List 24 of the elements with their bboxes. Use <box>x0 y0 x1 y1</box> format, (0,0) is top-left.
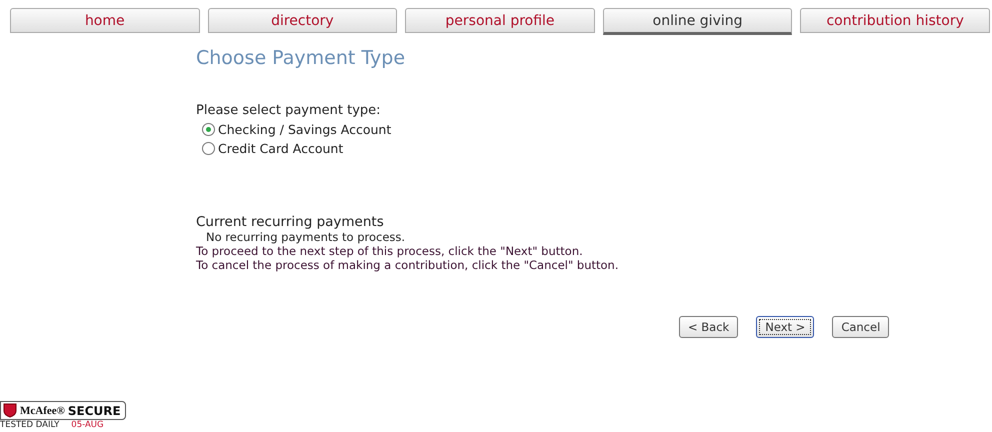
tested-label: TESTED DAILY <box>0 420 60 430</box>
instruction-text: To proceed to the next step of this process, click the "Next" button. <box>196 244 584 258</box>
page-title: Choose Payment Type <box>196 47 406 69</box>
nav-tab[interactable]: contribution history <box>800 8 990 33</box>
nav-tab[interactable]: online giving <box>602 8 792 35</box>
badge-text: SECURE <box>68 404 121 418</box>
form-button[interactable]: < Back <box>679 316 738 338</box>
radio-button[interactable] <box>202 142 215 155</box>
brand-text: McAfee® <box>20 404 65 416</box>
option-label[interactable]: Credit Card Account <box>218 141 344 156</box>
section-heading: Current recurring payments <box>196 214 385 230</box>
shield-icon <box>3 403 17 418</box>
radio-button[interactable] <box>202 123 215 136</box>
option-label[interactable]: Checking / Savings Account <box>218 122 392 137</box>
instruction-text: To cancel the process of making a contribution, click the "Cancel" button. <box>196 258 620 272</box>
prompt-label: Please select payment type: <box>196 103 382 118</box>
form-button[interactable]: Next > <box>756 316 814 338</box>
status-message: No recurring payments to process. <box>205 230 406 244</box>
nav-tab[interactable]: home <box>10 8 200 33</box>
security-badge[interactable]: McAfee® SECURE <box>0 401 126 420</box>
form-button[interactable]: Cancel <box>832 316 890 338</box>
nav-tab[interactable]: personal profile <box>405 8 595 33</box>
nav-tab[interactable]: directory <box>208 8 398 33</box>
date-label: 05-AUG <box>71 420 104 430</box>
